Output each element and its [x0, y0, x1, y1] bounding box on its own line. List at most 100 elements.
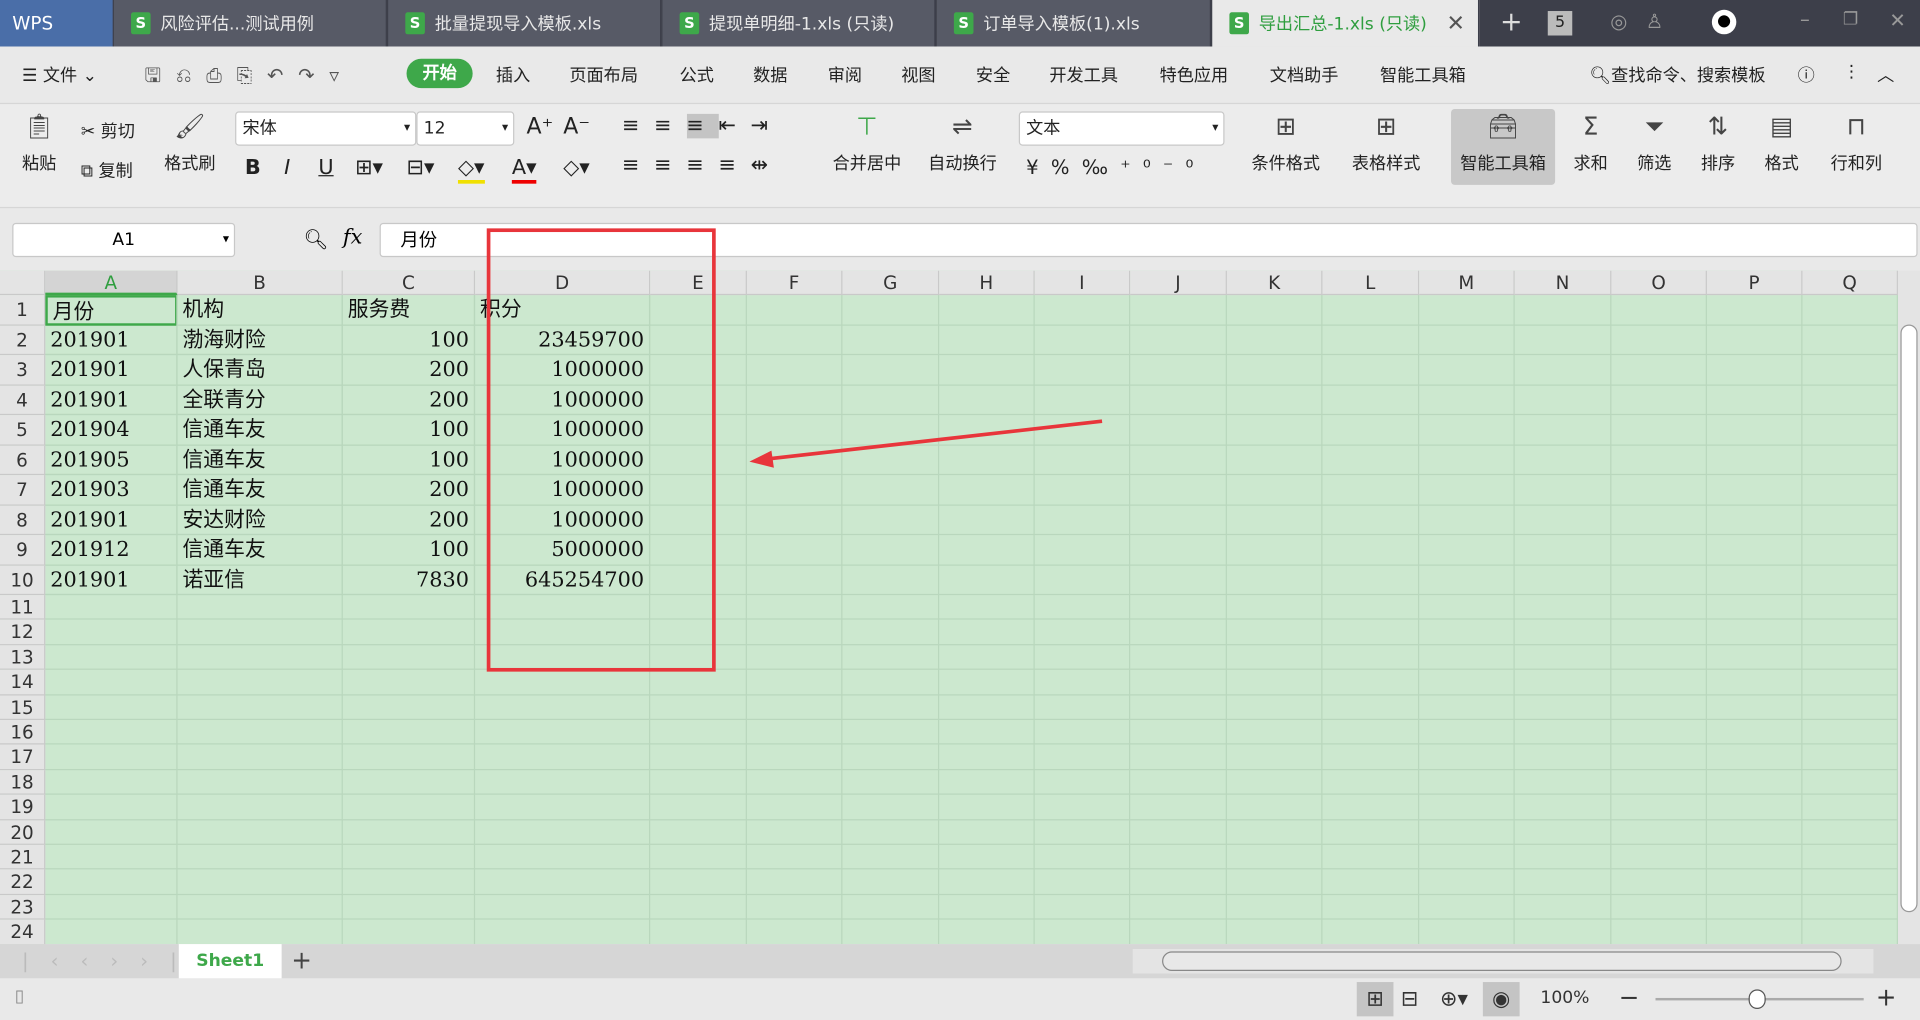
skin-icon[interactable]: ◎	[1610, 10, 1627, 33]
page-break-view-icon[interactable]: ⊟	[1401, 987, 1418, 1011]
copy-button[interactable]: ⧉ 复制	[81, 158, 133, 182]
cell-C1[interactable]: 服务费	[342, 295, 476, 326]
cell-B1[interactable]: 机构	[177, 295, 343, 326]
user-avatar-icon[interactable]: ●	[1711, 9, 1737, 35]
cell-C7[interactable]: 200	[342, 475, 476, 506]
cell-A9[interactable]: 201912	[45, 535, 178, 566]
font-size-select[interactable]: 12 ▾	[416, 111, 515, 146]
table-style-button[interactable]: ⊞ 表格样式	[1342, 111, 1430, 175]
merge-center-button[interactable]: ⊤ 合并居中	[823, 111, 911, 175]
column-header-E[interactable]: E	[650, 270, 747, 296]
menu-doc-assistant[interactable]: 文档助手	[1270, 62, 1339, 86]
row-header-3[interactable]: 3	[0, 355, 46, 386]
paste-button[interactable]: 📋︎ 粘贴	[15, 111, 64, 175]
cell-A4[interactable]: 201901	[45, 385, 178, 416]
menu-security[interactable]: 安全	[976, 62, 1010, 86]
row-header-17[interactable]: 17	[0, 744, 46, 770]
column-header-K[interactable]: K	[1226, 270, 1323, 296]
cell-B7[interactable]: 信通车友	[177, 475, 343, 506]
menu-formulas[interactable]: 公式	[680, 62, 714, 86]
normal-view-icon[interactable]: ⊞	[1356, 982, 1394, 1017]
cell-B2[interactable]: 渤海财险	[177, 325, 343, 356]
format-button[interactable]: ▤ 格式	[1756, 111, 1807, 175]
row-header-1[interactable]: 1	[0, 295, 46, 326]
row-header-23[interactable]: 23	[0, 894, 46, 920]
page-layout-view-icon[interactable]: ⊕▾	[1440, 987, 1468, 1011]
restore-icon[interactable]: ❐	[1843, 10, 1858, 30]
cell-C3[interactable]: 200	[342, 355, 476, 386]
cut-button[interactable]: ✂ 剪切	[81, 119, 135, 143]
cell-A1[interactable]: 月份	[45, 295, 178, 326]
conditional-format-button[interactable]: ⊞ 条件格式	[1242, 111, 1330, 175]
menu-insert[interactable]: 插入	[496, 62, 530, 86]
row-header-11[interactable]: 11	[0, 595, 46, 621]
number-format-select[interactable]: 文本 ▾	[1018, 111, 1225, 146]
row-header-19[interactable]: 19	[0, 794, 46, 820]
cell-C9[interactable]: 100	[342, 535, 476, 566]
search-commands[interactable]: 🔍︎查找命令、搜索模板	[1589, 62, 1765, 86]
cell-B10[interactable]: 诺亚信	[177, 565, 343, 596]
tab-doc-2[interactable]: S 批量提现导入模板.xls	[388, 0, 662, 47]
row-header-24[interactable]: 24	[0, 919, 46, 945]
cell-D1[interactable]: 积分	[475, 295, 651, 326]
row-header-5[interactable]: 5	[0, 415, 46, 446]
cell-A6[interactable]: 201905	[45, 445, 178, 476]
cell-D8[interactable]: 1000000	[475, 505, 651, 536]
row-header-7[interactable]: 7	[0, 475, 46, 506]
clear-icon[interactable]: ◇▾	[563, 156, 589, 180]
row-header-18[interactable]: 18	[0, 769, 46, 795]
tab-doc-4[interactable]: S 订单导入模板(1).xls	[936, 0, 1212, 47]
cell-D4[interactable]: 1000000	[475, 385, 651, 416]
column-header-L[interactable]: L	[1322, 270, 1420, 296]
cell-D10[interactable]: 645254700	[475, 565, 651, 596]
tab-count-badge[interactable]: 5	[1547, 11, 1573, 36]
cell-B4[interactable]: 全联青分	[177, 385, 343, 416]
cell-D6[interactable]: 1000000	[475, 445, 651, 476]
menu-data[interactable]: 数据	[753, 62, 787, 86]
collapse-ribbon-icon[interactable]: ︿	[1877, 62, 1894, 86]
underline-icon[interactable]: U	[318, 156, 333, 180]
cell-D2[interactable]: 23459700	[475, 325, 651, 356]
eye-protection-icon[interactable]: ◉	[1482, 982, 1520, 1017]
cell-C8[interactable]: 200	[342, 505, 476, 536]
cell-C4[interactable]: 200	[342, 385, 476, 416]
row-header-9[interactable]: 9	[0, 535, 46, 566]
row-header-13[interactable]: 13	[0, 645, 46, 671]
column-header-B[interactable]: B	[177, 270, 343, 296]
row-header-16[interactable]: 16	[0, 720, 46, 745]
add-sheet-icon[interactable]: +	[291, 945, 312, 974]
column-header-A[interactable]: A	[45, 270, 178, 296]
sort-button[interactable]: ⇅ 排序	[1692, 111, 1743, 175]
font-name-select[interactable]: 宋体 ▾	[235, 111, 417, 146]
menu-smart-toolbox[interactable]: 智能工具箱	[1380, 62, 1466, 86]
cell-B5[interactable]: 信通车友	[177, 415, 343, 446]
column-header-G[interactable]: G	[842, 270, 940, 296]
filter-button[interactable]: ⏷ 筛选	[1629, 111, 1680, 175]
new-tab-icon[interactable]: +	[1500, 7, 1523, 38]
column-header-Q[interactable]: Q	[1802, 270, 1898, 296]
cell-C5[interactable]: 100	[342, 415, 476, 446]
menu-view[interactable]: 视图	[901, 62, 935, 86]
cell-A8[interactable]: 201901	[45, 505, 178, 536]
vertical-scroll-thumb[interactable]	[1900, 324, 1918, 913]
column-header-J[interactable]: J	[1130, 270, 1227, 296]
row-header-12[interactable]: 12	[0, 620, 46, 646]
horizontal-scrollbar[interactable]	[1132, 948, 1874, 974]
zoom-out-icon[interactable]: −	[1619, 982, 1640, 1011]
shirt-icon[interactable]: ♙	[1646, 10, 1664, 33]
row-header-8[interactable]: 8	[0, 505, 46, 536]
cell-D9[interactable]: 5000000	[475, 535, 651, 566]
cell-A3[interactable]: 201901	[45, 355, 178, 386]
close-tab-icon[interactable]: ✕	[1446, 10, 1464, 36]
zoom-find-icon[interactable]: 🔍︎	[304, 228, 329, 251]
cell-D5[interactable]: 1000000	[475, 415, 651, 446]
help-icon[interactable]: ⓘ	[1798, 62, 1815, 86]
vertical-align-icons[interactable]: ≡≡≡⇤⇥	[622, 113, 783, 139]
quick-access-icons[interactable]: 🖫⎌⎙⎘↶↷▿	[144, 62, 353, 95]
cell-A2[interactable]: 201901	[45, 325, 178, 356]
cell-D7[interactable]: 1000000	[475, 475, 651, 506]
column-header-N[interactable]: N	[1514, 270, 1612, 296]
row-header-21[interactable]: 21	[0, 844, 46, 870]
row-header-22[interactable]: 22	[0, 869, 46, 895]
menu-developer[interactable]: 开发工具	[1049, 62, 1118, 86]
